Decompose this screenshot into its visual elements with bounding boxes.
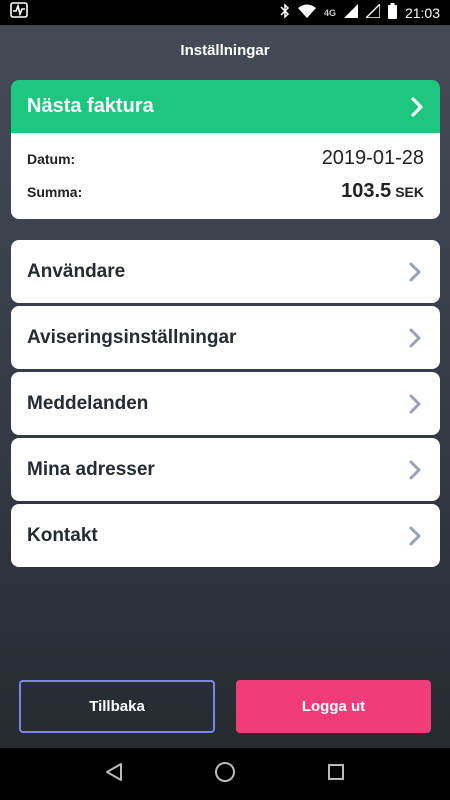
status-bar: 4G 21:03 (0, 0, 450, 25)
chevron-right-icon (410, 96, 424, 118)
wifi-icon (297, 4, 316, 21)
amount-label: Summa: (27, 184, 83, 200)
next-invoice-title: Nästa faktura (27, 95, 154, 117)
home-nav-icon[interactable] (214, 761, 236, 788)
back-button[interactable]: Tillbaka (19, 680, 215, 733)
clock: 21:03 (404, 4, 440, 21)
page-title: Inställningar (180, 42, 270, 59)
network-type: 4G (323, 7, 336, 18)
status-left (10, 2, 28, 23)
invoice-details: Datum: 2019-01-28 Summa: 103.5 SEK (11, 133, 440, 219)
back-nav-icon[interactable] (105, 762, 123, 787)
chevron-right-icon (408, 459, 422, 481)
date-label: Datum: (27, 151, 76, 167)
signal-icon (343, 4, 358, 21)
chevron-right-icon (408, 525, 422, 547)
menu-item-messages[interactable]: Meddelanden (11, 372, 440, 435)
menu-item-my-addresses[interactable]: Mina adresser (11, 438, 440, 501)
bluetooth-icon (280, 3, 290, 22)
system-nav-bar (0, 748, 450, 800)
activity-icon (10, 2, 28, 23)
settings-screen: Inställningar Nästa faktura Datum: 2019-… (0, 25, 450, 748)
chevron-right-icon (408, 261, 422, 283)
logout-button[interactable]: Logga ut (236, 680, 431, 733)
chevron-right-icon (408, 327, 422, 349)
amount-value: 103.5 (341, 180, 392, 202)
date-value: 2019-01-28 (321, 147, 424, 169)
currency-label: SEK (395, 184, 424, 200)
menu-item-label: Kontakt (27, 524, 98, 546)
battery-icon (387, 3, 397, 22)
menu-item-label: Mina adresser (27, 458, 155, 480)
menu-item-users[interactable]: Användare (11, 240, 440, 303)
chevron-right-icon (408, 393, 422, 415)
amount-value-group: 103.5 SEK (341, 180, 424, 203)
menu-item-contact[interactable]: Kontakt (11, 504, 440, 567)
menu-item-label: Användare (27, 260, 126, 282)
status-right: 4G 21:03 (280, 2, 440, 22)
next-invoice-header[interactable]: Nästa faktura (11, 80, 440, 133)
menu-item-notification-settings[interactable]: Aviseringsinställningar (11, 306, 440, 369)
menu-item-label: Meddelanden (27, 392, 149, 414)
recents-nav-icon[interactable] (327, 763, 345, 786)
signal-icon (364, 2, 381, 21)
amount-row: Summa: 103.5 SEK (27, 180, 424, 213)
date-row: Datum: 2019-01-28 (27, 147, 424, 180)
settings-menu: Användare Aviseringsinställningar Meddel… (11, 240, 440, 570)
menu-item-label: Aviseringsinställningar (27, 326, 237, 348)
